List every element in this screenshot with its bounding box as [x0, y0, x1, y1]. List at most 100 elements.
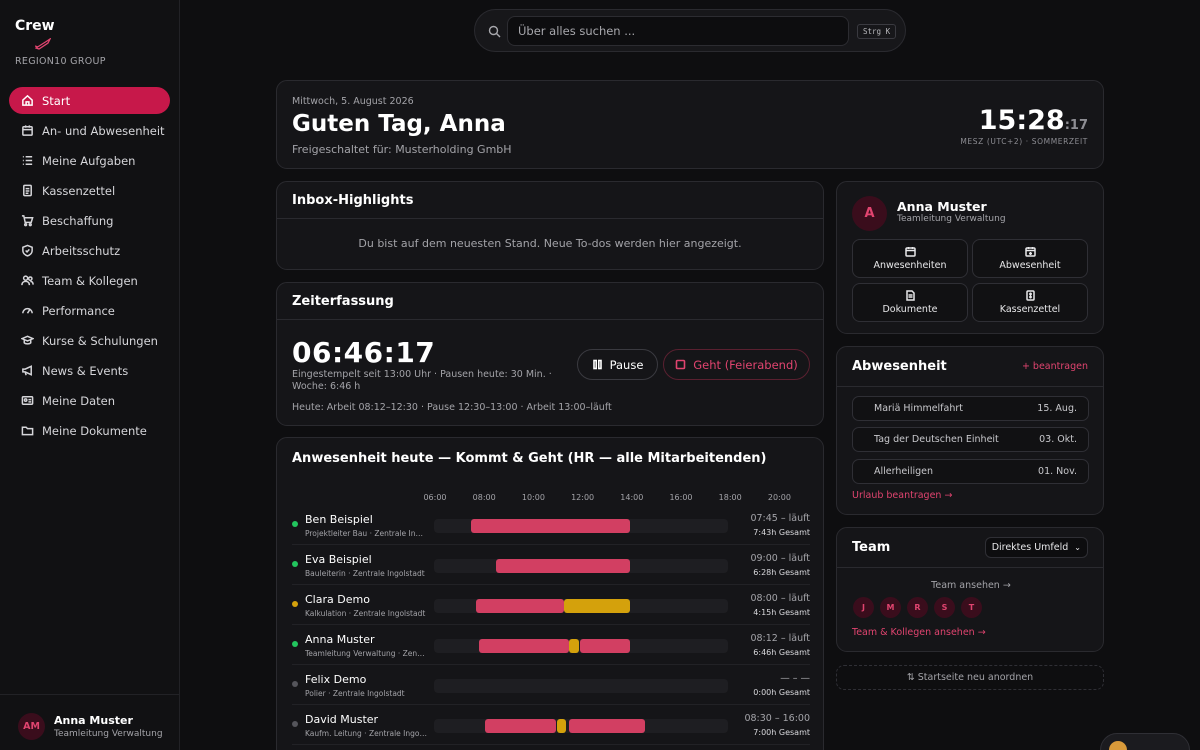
shield-icon	[20, 244, 34, 258]
sidebar-user[interactable]: AM Anna Muster Teamleitung Verwaltung	[0, 694, 179, 750]
time-tracking-card: Zeiterfassung 06:46:17 Eingestempelt sei…	[276, 282, 824, 426]
current-date: Mittwoch, 5. August 2026	[292, 96, 414, 107]
team-member-avatar[interactable]: S	[934, 597, 955, 618]
status-dot	[292, 681, 298, 687]
employee-name: David Muster	[305, 713, 379, 726]
team-member-avatar[interactable]: T	[961, 597, 982, 618]
holiday-item: Mariä Himmelfahrt 15. Aug.	[852, 396, 1089, 421]
team-member-avatar[interactable]: J	[853, 597, 874, 618]
attendance-row[interactable]: David Muster Kaufm. Leitung · Zentrale In…	[292, 705, 810, 745]
time-span: 08:00 – läuft	[750, 593, 810, 604]
sidebar-item-tasks[interactable]: Meine Aufgaben	[9, 147, 170, 174]
attendance-row[interactable]: Clara Demo Kalkulation · Zentrale Ingolst…	[292, 585, 810, 625]
sidebar-item-courses[interactable]: Kurse & Schulungen	[9, 327, 170, 354]
quick-receipts-button[interactable]: Kassenzettel	[972, 283, 1088, 322]
page-title: Guten Tag, Anna	[292, 111, 506, 137]
pause-segment	[556, 719, 567, 733]
sidebar-item-performance[interactable]: Performance	[9, 297, 170, 324]
sidebar-item-label: Team & Kollegen	[42, 273, 138, 288]
cart-icon	[20, 214, 34, 228]
attendance-row[interactable]: Ben Beispiel Projektleiter Bau · Zentrale…	[292, 505, 810, 545]
work-segment	[479, 639, 569, 653]
hour-tick-label: 10:00	[521, 493, 545, 502]
work-segment	[470, 519, 630, 533]
holiday-name: Mariä Himmelfahrt	[874, 403, 963, 414]
absence-header: Abwesenheit + beantragen	[837, 347, 1103, 387]
team-view-link[interactable]: Team ansehen →	[837, 580, 1105, 591]
chevron-down-icon: ⌄	[1074, 543, 1081, 552]
timeline-track	[434, 719, 728, 733]
team-member-avatar[interactable]: M	[880, 597, 901, 618]
team-colleagues-link[interactable]: Team & Kollegen ansehen →	[852, 627, 986, 638]
attendance-row[interactable]: Eva Beispiel Bauleiterin · Zentrale Ingol…	[292, 545, 810, 585]
sidebar-item-documents[interactable]: Meine Dokumente	[9, 417, 170, 444]
sidebar-item-receipts[interactable]: Kassenzettel	[9, 177, 170, 204]
holiday-name: Tag der Deutschen Einheit	[874, 434, 999, 445]
reorder-startpage-button[interactable]: ⇅ Startseite neu anordnen	[836, 665, 1104, 690]
gauge-icon	[20, 304, 34, 318]
time-span: 07:45 – läuft	[750, 513, 810, 524]
sidebar-item-my-data[interactable]: Meine Daten	[9, 387, 170, 414]
sidebar-item-team[interactable]: Team & Kollegen	[9, 267, 170, 294]
work-segment	[568, 719, 645, 733]
work-segment	[496, 559, 630, 573]
request-absence-link[interactable]: + beantragen	[1022, 361, 1088, 372]
attendance-row[interactable]: Felix Demo Polier · Zentrale Ingolstadt — …	[292, 665, 810, 705]
sidebar-item-label: An- und Abwesenheit	[42, 123, 165, 138]
sidebar-item-news[interactable]: News & Events	[9, 357, 170, 384]
absence-card: Abwesenheit + beantragen Mariä Himmelfahr…	[836, 346, 1104, 515]
sidebar-item-attendance[interactable]: An- und Abwesenheit	[9, 117, 170, 144]
hour-tick-label: 06:00	[423, 493, 447, 502]
work-segment	[579, 639, 630, 653]
user-role: Teamleitung Verwaltung	[54, 729, 163, 739]
quick-documents-button[interactable]: Dokumente	[852, 283, 968, 322]
pause-segment	[563, 599, 630, 613]
sidebar-item-safety[interactable]: Arbeitsschutz	[9, 237, 170, 264]
employee-role: Polier · Zentrale Ingolstadt	[305, 689, 405, 698]
brand-group: REGION10 GROUP	[15, 56, 106, 67]
pause-button[interactable]: Pause	[577, 349, 658, 380]
sidebar-item-label: Meine Daten	[42, 393, 115, 408]
sidebar-item-label: Kassenzettel	[42, 183, 116, 198]
time-tracking-title: Zeiterfassung	[277, 283, 823, 320]
pause-icon	[592, 359, 602, 370]
employee-name: Eva Beispiel	[305, 553, 372, 566]
quick-absence-button[interactable]: Abwesenheit	[972, 239, 1088, 278]
inbox-title: Inbox-Highlights	[277, 182, 823, 219]
assistant-button[interactable]	[1100, 733, 1190, 750]
team-filter-select[interactable]: Direktes Umfeld ⌄	[984, 537, 1088, 558]
sidebar-item-label: Arbeitsschutz	[42, 243, 121, 258]
team-title: Team	[852, 540, 891, 555]
request-vacation-link[interactable]: Urlaub beantragen →	[852, 490, 952, 501]
brand-name: Crew	[15, 18, 55, 34]
employee-role: Projektleiter Bau · Zentrale Ingolstadt	[305, 529, 427, 538]
sidebar-item-label: Kurse & Schulungen	[42, 333, 158, 348]
shortcut-hint: Strg K	[857, 24, 897, 39]
status-dot	[292, 601, 298, 607]
sidebar-item-start[interactable]: Start	[9, 87, 170, 114]
work-segment	[475, 599, 564, 613]
timeline-track	[434, 519, 728, 533]
attendance-row[interactable]: Anna Muster Teamleitung Verwaltung · Zent…	[292, 625, 810, 665]
user-name: Anna Muster	[54, 714, 133, 727]
sidebar-item-procurement[interactable]: Beschaffung	[9, 207, 170, 234]
clock-out-button[interactable]: Geht (Feierabend)	[663, 349, 810, 380]
quick-attendance-button[interactable]: Anwesenheiten	[852, 239, 968, 278]
timeline-track	[434, 679, 728, 693]
inbox-empty-state: Du bist auf dem neuesten Stand. Neue To-…	[358, 237, 742, 250]
sidebar-nav: Start An- und Abwesenheit Meine Aufgaben…	[9, 87, 170, 447]
team-member-avatar[interactable]: R	[907, 597, 928, 618]
home-icon	[20, 94, 34, 108]
employee-role: Kaufm. Leitung · Zentrale Ingolstadt	[305, 729, 427, 738]
sidebar: Crew REGION10 GROUP Start An- und Abwese…	[0, 0, 180, 750]
brand-logo[interactable]: Crew REGION10 GROUP	[15, 18, 105, 67]
employee-role: Kalkulation · Zentrale Ingolstadt	[305, 609, 426, 618]
users-icon	[20, 274, 34, 288]
hour-tick-label: 08:00	[472, 493, 496, 502]
search-input[interactable]	[507, 16, 849, 46]
time-span: 09:00 – läuft	[750, 553, 810, 564]
sidebar-item-label: Beschaffung	[42, 213, 114, 228]
work-segment	[485, 719, 557, 733]
status-dot	[292, 721, 298, 727]
time-total: 6:28h Gesamt	[753, 568, 810, 577]
